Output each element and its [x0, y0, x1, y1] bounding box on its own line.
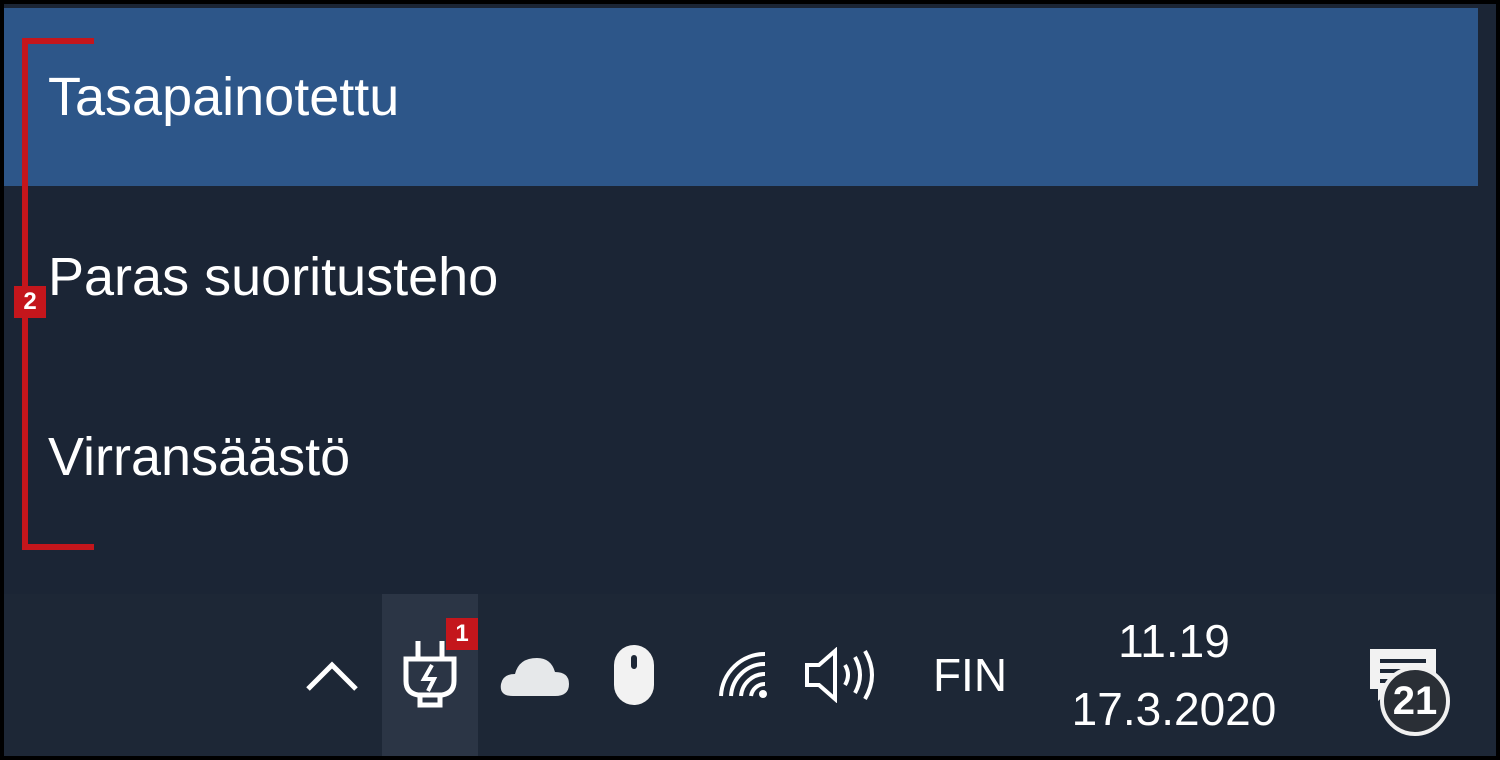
- clock-date: 17.3.2020: [1071, 683, 1277, 735]
- annotation-callout-1: 1: [446, 618, 478, 650]
- input-language-button[interactable]: FIN: [924, 594, 1016, 756]
- power-plan-best-performance[interactable]: Paras suoritusteho: [4, 188, 1478, 366]
- mouse-icon: [614, 645, 654, 705]
- taskbar: FIN 11.19 17.3.2020: [4, 594, 1496, 756]
- onedrive-button[interactable]: [494, 594, 574, 756]
- power-plan-balanced[interactable]: Tasapainotettu: [4, 8, 1478, 186]
- volume-button[interactable]: [800, 594, 882, 756]
- notification-count-badge: 21: [1380, 666, 1450, 736]
- language-label: FIN: [932, 649, 1008, 701]
- volume-icon: [805, 647, 874, 703]
- annotation-callout-2: 2: [14, 286, 46, 318]
- menu-item-label: Tasapainotettu: [48, 67, 400, 127]
- power-plan-power-saver[interactable]: Virransäästö: [4, 368, 1478, 546]
- mouse-tray-button[interactable]: [604, 594, 664, 756]
- onedrive-cloud-icon: [500, 658, 569, 696]
- power-plan-menu: Tasapainotettu Paras suoritusteho Virran…: [4, 4, 1478, 594]
- clock-button[interactable]: 11.19 17.3.2020: [1064, 594, 1284, 756]
- network-button[interactable]: [712, 594, 778, 756]
- wifi-icon: [719, 651, 767, 698]
- clock-time: 11.19: [1118, 615, 1230, 667]
- chevron-up-icon: [306, 661, 358, 691]
- show-hidden-icons-button[interactable]: [292, 594, 372, 756]
- window-frame: Tasapainotettu Paras suoritusteho Virran…: [4, 4, 1496, 756]
- menu-item-label: Paras suoritusteho: [48, 247, 499, 307]
